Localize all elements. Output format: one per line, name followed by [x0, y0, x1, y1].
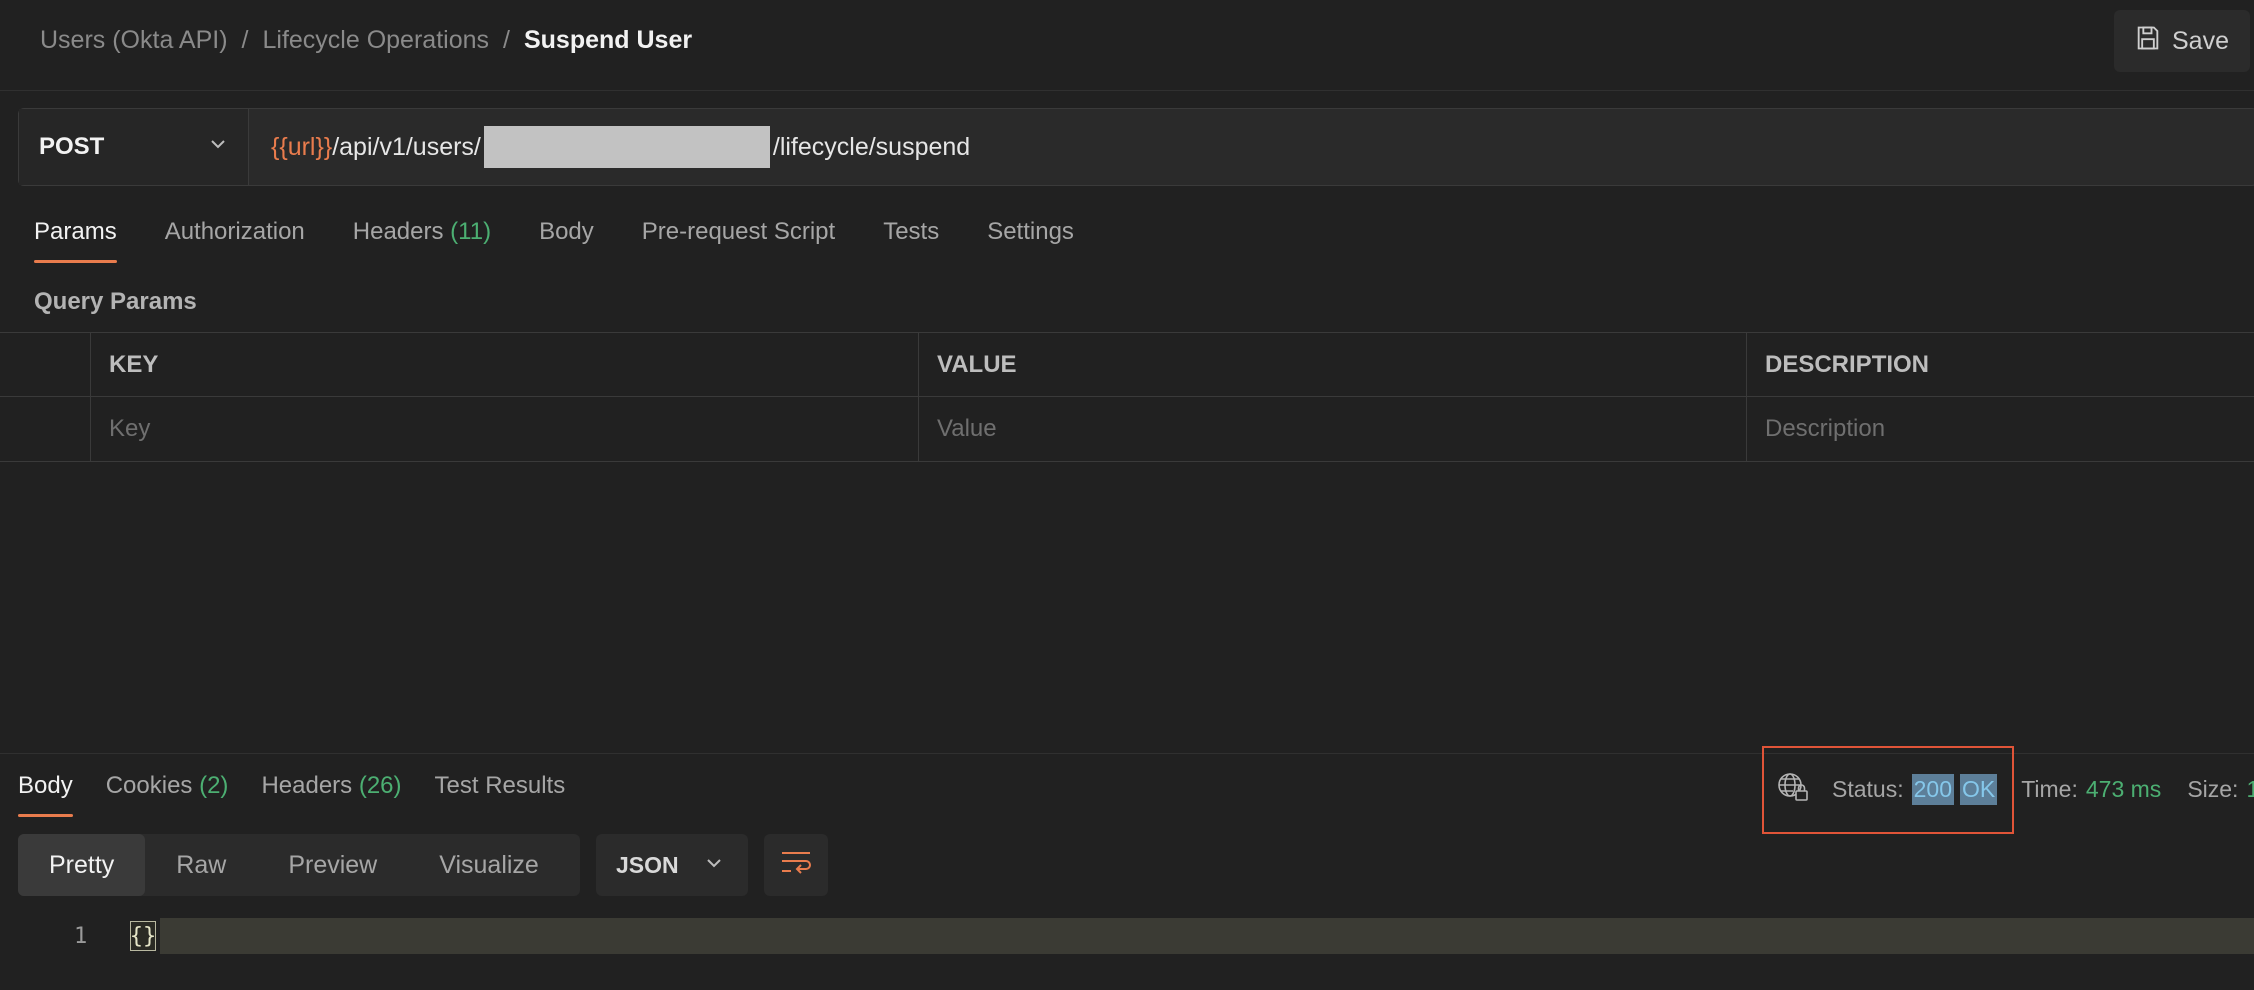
query-params-table: KEY VALUE DESCRIPTION Key Value Descript…: [0, 332, 2254, 462]
tab-label: Headers: [352, 218, 444, 245]
tab-label: Params: [34, 218, 117, 245]
mode-raw[interactable]: Raw: [145, 834, 257, 896]
tab-count: (26): [358, 772, 402, 799]
column-header-key: KEY: [91, 333, 919, 396]
column-header-value: VALUE: [919, 333, 1747, 396]
breadcrumb-collection[interactable]: Users (Okta API): [40, 26, 228, 55]
tab-label: Tests: [883, 218, 940, 245]
tab-tests[interactable]: Tests: [883, 218, 939, 270]
tab-pre-request-script[interactable]: Pre-request Script: [642, 218, 835, 270]
globe-lock-icon[interactable]: [1776, 770, 1810, 804]
line-number: 1: [74, 924, 88, 949]
code-content[interactable]: {}: [130, 921, 156, 951]
current-line-highlight: [160, 918, 2254, 954]
response-tab-headers[interactable]: Headers (26): [261, 772, 401, 800]
tab-authorization[interactable]: Authorization: [165, 218, 305, 270]
tab-count: (2): [199, 772, 229, 799]
breadcrumb-separator: /: [241, 26, 249, 54]
value-input[interactable]: Value: [919, 397, 1747, 461]
column-header-description: DESCRIPTION: [1765, 350, 1930, 378]
tab-label: Cookies: [105, 772, 193, 799]
response-tab-cookies[interactable]: Cookies (2): [106, 772, 229, 800]
method-label: POST: [39, 133, 105, 160]
breadcrumb-folder[interactable]: Lifecycle Operations: [263, 26, 490, 55]
mode-preview[interactable]: Preview: [257, 834, 408, 896]
redacted-user-id: [483, 126, 770, 168]
request-title[interactable]: Suspend User: [524, 26, 692, 55]
breadcrumb-separator: /: [503, 26, 510, 54]
code-line: 1 {}: [0, 918, 2254, 954]
tab-label: Authorization: [164, 218, 305, 245]
tab-count: (11): [450, 218, 492, 245]
table-row: Key Value Description: [0, 397, 2254, 462]
wrap-lines-button[interactable]: [764, 834, 828, 896]
key-input[interactable]: Key: [91, 397, 919, 461]
mode-pretty[interactable]: Pretty: [18, 834, 146, 896]
format-select[interactable]: JSON: [596, 834, 748, 896]
checkbox-column-header: [0, 333, 91, 396]
description-placeholder: Description: [1765, 415, 1886, 442]
description-input[interactable]: Description: [1747, 397, 2254, 461]
response-tab-test-results[interactable]: Test Results: [435, 772, 566, 800]
status-label: Status:: [1832, 776, 1904, 802]
tab-body[interactable]: Body: [539, 218, 594, 270]
url-variable: {{url}}: [271, 132, 333, 161]
tab-label: Test Results: [434, 772, 566, 799]
query-params-title: Query Params: [34, 288, 197, 315]
size-value[interactable]: 1.: [2246, 776, 2254, 803]
response-tab-body[interactable]: Body: [18, 772, 73, 817]
method-select[interactable]: POST: [19, 109, 249, 185]
status-code[interactable]: 200: [1911, 774, 1954, 805]
wrap-lines-icon: [780, 849, 812, 882]
time-label: Time:: [2021, 776, 2078, 802]
tab-label: Body: [539, 218, 594, 245]
save-label: Save: [2172, 26, 2229, 55]
tab-label: Body: [18, 772, 73, 799]
tab-label: Settings: [987, 218, 1074, 245]
save-icon: [2134, 24, 2162, 59]
body-view-mode-group: Pretty Raw Preview Visualize: [18, 834, 580, 896]
table-header-row: KEY VALUE DESCRIPTION: [0, 332, 2254, 397]
url-bar: POST {{url}} /api/v1/users/ /lifecycle/s…: [18, 108, 2254, 186]
tab-params[interactable]: Params: [34, 218, 117, 270]
request-tabs: Params Authorization Headers (11) Body P…: [34, 218, 1122, 270]
row-checkbox-cell: [0, 397, 91, 461]
status-text[interactable]: OK: [1959, 774, 1998, 805]
response-tabs: Body Cookies (2) Headers (26) Test Resul…: [18, 772, 598, 817]
url-path-suffix: /lifecycle/suspend: [772, 132, 971, 161]
url-path-prefix: /api/v1/users/: [332, 132, 481, 161]
tab-label: Headers: [261, 772, 353, 799]
chevron-down-icon: [208, 133, 228, 161]
url-input[interactable]: {{url}} /api/v1/users/ /lifecycle/suspen…: [249, 109, 970, 185]
size-label: Size:: [2187, 776, 2239, 802]
format-label: JSON: [616, 851, 679, 878]
mode-visualize[interactable]: Visualize: [408, 834, 570, 896]
tab-headers[interactable]: Headers (11): [353, 218, 491, 270]
tab-label: Pre-request Script: [641, 218, 836, 245]
value-placeholder: Value: [937, 415, 997, 442]
tab-settings[interactable]: Settings: [987, 218, 1074, 270]
key-placeholder: Key: [109, 415, 151, 442]
time-value[interactable]: 473 ms: [2086, 776, 2161, 803]
breadcrumb: Users (Okta API) / Lifecycle Operations …: [40, 26, 692, 55]
chevron-down-icon: [704, 852, 724, 879]
response-meta: Status: 200 OK Time: 473 ms Size: 1.: [1832, 774, 2254, 805]
save-button[interactable]: Save: [2114, 10, 2250, 72]
